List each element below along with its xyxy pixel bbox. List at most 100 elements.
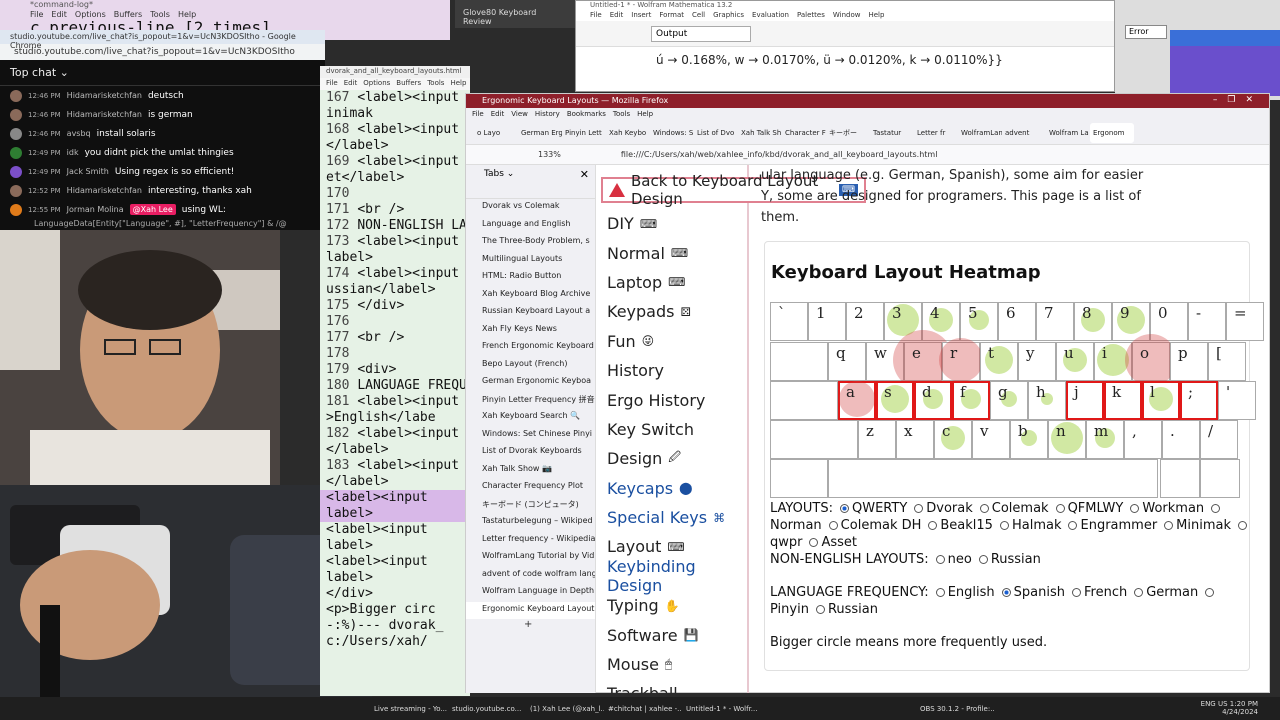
key[interactable] [896,420,934,459]
space-key[interactable] [828,459,1158,498]
sidebar-tab-item[interactable]: Russian Keyboard Layout a [466,304,595,322]
browser-tab[interactable]: Xah Talk Sh [738,129,782,137]
radio-button[interactable] [1164,521,1174,530]
sidebar-tab-item[interactable]: Pinyin Letter Frequency 拼音 [466,392,595,410]
radio-layout[interactable]: QFMLWY [1049,501,1123,516]
menu-item-file[interactable]: File [326,79,338,87]
key[interactable] [858,420,896,459]
sidebar-tab-item[interactable]: German Ergonomic Keyboa [466,374,595,392]
browser-tab[interactable]: キーボー [826,128,870,138]
key[interactable] [998,302,1036,341]
code-buffer[interactable]: 167 <label><input inimak 168 <label><input… [320,90,470,650]
radio-non-english[interactable]: Russian [972,552,1041,567]
radio-frequency[interactable]: Spanish [995,585,1065,600]
key[interactable] [1162,420,1200,459]
sidebar-tab-item[interactable]: The Three-Body Problem, s [466,234,595,252]
menu-item-options[interactable]: Options [363,79,390,87]
avatar[interactable] [10,127,22,140]
sidebar-tab-item[interactable]: Letter frequency - Wikipedia [466,532,595,550]
radio-button[interactable] [935,588,945,597]
browser-tab[interactable]: o Layo [474,129,518,137]
new-tab-button[interactable]: + [466,619,595,630]
avatar[interactable] [10,184,22,197]
key[interactable] [808,302,846,341]
nav-link-keycaps[interactable]: Keycaps ⬤ [597,474,747,503]
radio-layout[interactable]: Colemak [973,501,1049,516]
menu-item-graphics[interactable]: Graphics [713,11,744,19]
browser-tab[interactable]: WolframLan [958,129,1002,137]
radio-layout[interactable]: Dvorak [907,501,973,516]
key[interactable] [846,302,884,341]
radio-layout[interactable]: Engrammer [1061,518,1157,533]
sidebar-tab-item[interactable]: WolframLang Tutorial by Vid [466,549,595,567]
sidebar-tab-item[interactable]: List of Dvorak Keyboards [466,444,595,462]
radio-button[interactable] [839,504,849,513]
radio-button[interactable] [828,521,838,530]
nav-link-keybinding-design[interactable]: Keybinding Design [597,557,747,595]
radio-button[interactable] [1071,588,1081,597]
radio-non-english[interactable]: neo [929,552,972,567]
nav-link-design[interactable]: Design 🖉 [597,444,747,473]
browser-tab[interactable]: Character F [782,129,826,137]
radio-button[interactable] [1068,521,1078,530]
radio-frequency[interactable]: German [1127,585,1198,600]
nav-link-key-switch[interactable]: Key Switch [597,415,747,444]
sidebar-tab-item[interactable]: Tastaturbelegung – Wikiped [466,514,595,532]
browser-tab[interactable]: Tastatur [870,129,914,137]
radio-frequency[interactable]: Russian [809,602,878,617]
radio-button[interactable] [1001,588,1011,597]
nav-link-special-keys[interactable]: Special Keys ⌘ [597,503,747,532]
menu-item-cell[interactable]: Cell [692,11,705,19]
caps-key[interactable] [770,381,838,420]
menu-item-history[interactable]: History [535,110,560,118]
menu-item-tools[interactable]: Tools [613,110,630,118]
menu-item-evaluation[interactable]: Evaluation [752,11,789,19]
radio-button[interactable] [999,521,1009,530]
mention-chip[interactable]: @Xah Lee [129,204,176,215]
sidebar-tab-item[interactable]: French Ergonomic Keyboard [466,339,595,357]
radio-button[interactable] [935,555,945,564]
radio-layout[interactable]: Workman [1123,501,1204,516]
menu-item-file[interactable]: File [472,110,484,118]
sidebar-tab-item[interactable]: Windows: Set Chinese Pinyi [466,427,595,445]
sidebar-tab-item[interactable]: Character Frequency Plot [466,479,595,497]
radio-button[interactable] [979,504,989,513]
avatar[interactable] [10,146,22,159]
shift-key[interactable] [770,420,858,459]
close-icon[interactable]: ✕ [580,168,589,181]
browser-tab[interactable]: German Erg [518,129,562,137]
message-author[interactable]: Hidamarisketchfan [67,186,142,195]
radio-button[interactable] [1134,588,1144,597]
menu-item-palettes[interactable]: Palettes [797,11,825,19]
url-bar[interactable]: file:///C:/Users/xah/web/xahlee_info/kbd… [621,150,938,159]
taskbar-item[interactable]: #chitchat | xahlee -... [604,705,682,713]
menu-item-bookmarks[interactable]: Bookmarks [567,110,606,118]
menu-item-view[interactable]: View [511,110,528,118]
avatar[interactable] [10,108,22,121]
browser-tab[interactable]: Wolfram La [1046,129,1090,137]
menu-item-edit[interactable]: Edit [610,11,624,19]
key[interactable] [828,342,866,381]
menu-item-help[interactable]: Help [637,110,653,118]
browser-tab[interactable]: List of Dvo [694,129,738,137]
message-author[interactable]: Hidamarisketchfan [67,110,142,119]
chat-url[interactable]: studio.youtube.com/live_chat?is_popout=1… [0,44,325,60]
menu-item-insert[interactable]: Insert [631,11,651,19]
menu-item-edit[interactable]: Edit [344,79,358,87]
tab-key[interactable] [770,342,828,381]
sidebar-tab-item[interactable]: Wolfram Language in Depth [466,584,595,602]
modifier-key[interactable] [1200,459,1240,498]
key[interactable] [770,302,808,341]
language-indicator[interactable]: ENG [1201,700,1216,708]
nav-link-normal[interactable]: Normal ⌨ [597,238,747,267]
menu-item-help[interactable]: Help [868,11,884,19]
key[interactable] [1066,381,1104,420]
nav-link-history[interactable]: History [597,356,747,385]
sidebar-tab-item[interactable]: Ergonomic Keyboard Layout [466,601,595,619]
key[interactable] [1208,342,1246,381]
menu-item-tools[interactable]: Tools [427,79,444,87]
radio-layout[interactable]: Colemak DH [822,518,921,533]
radio-button[interactable] [815,605,825,614]
browser-tab[interactable]: Xah Keybo [606,129,650,137]
sidebar-tab-item[interactable]: Xah Talk Show 📷 [466,462,595,480]
